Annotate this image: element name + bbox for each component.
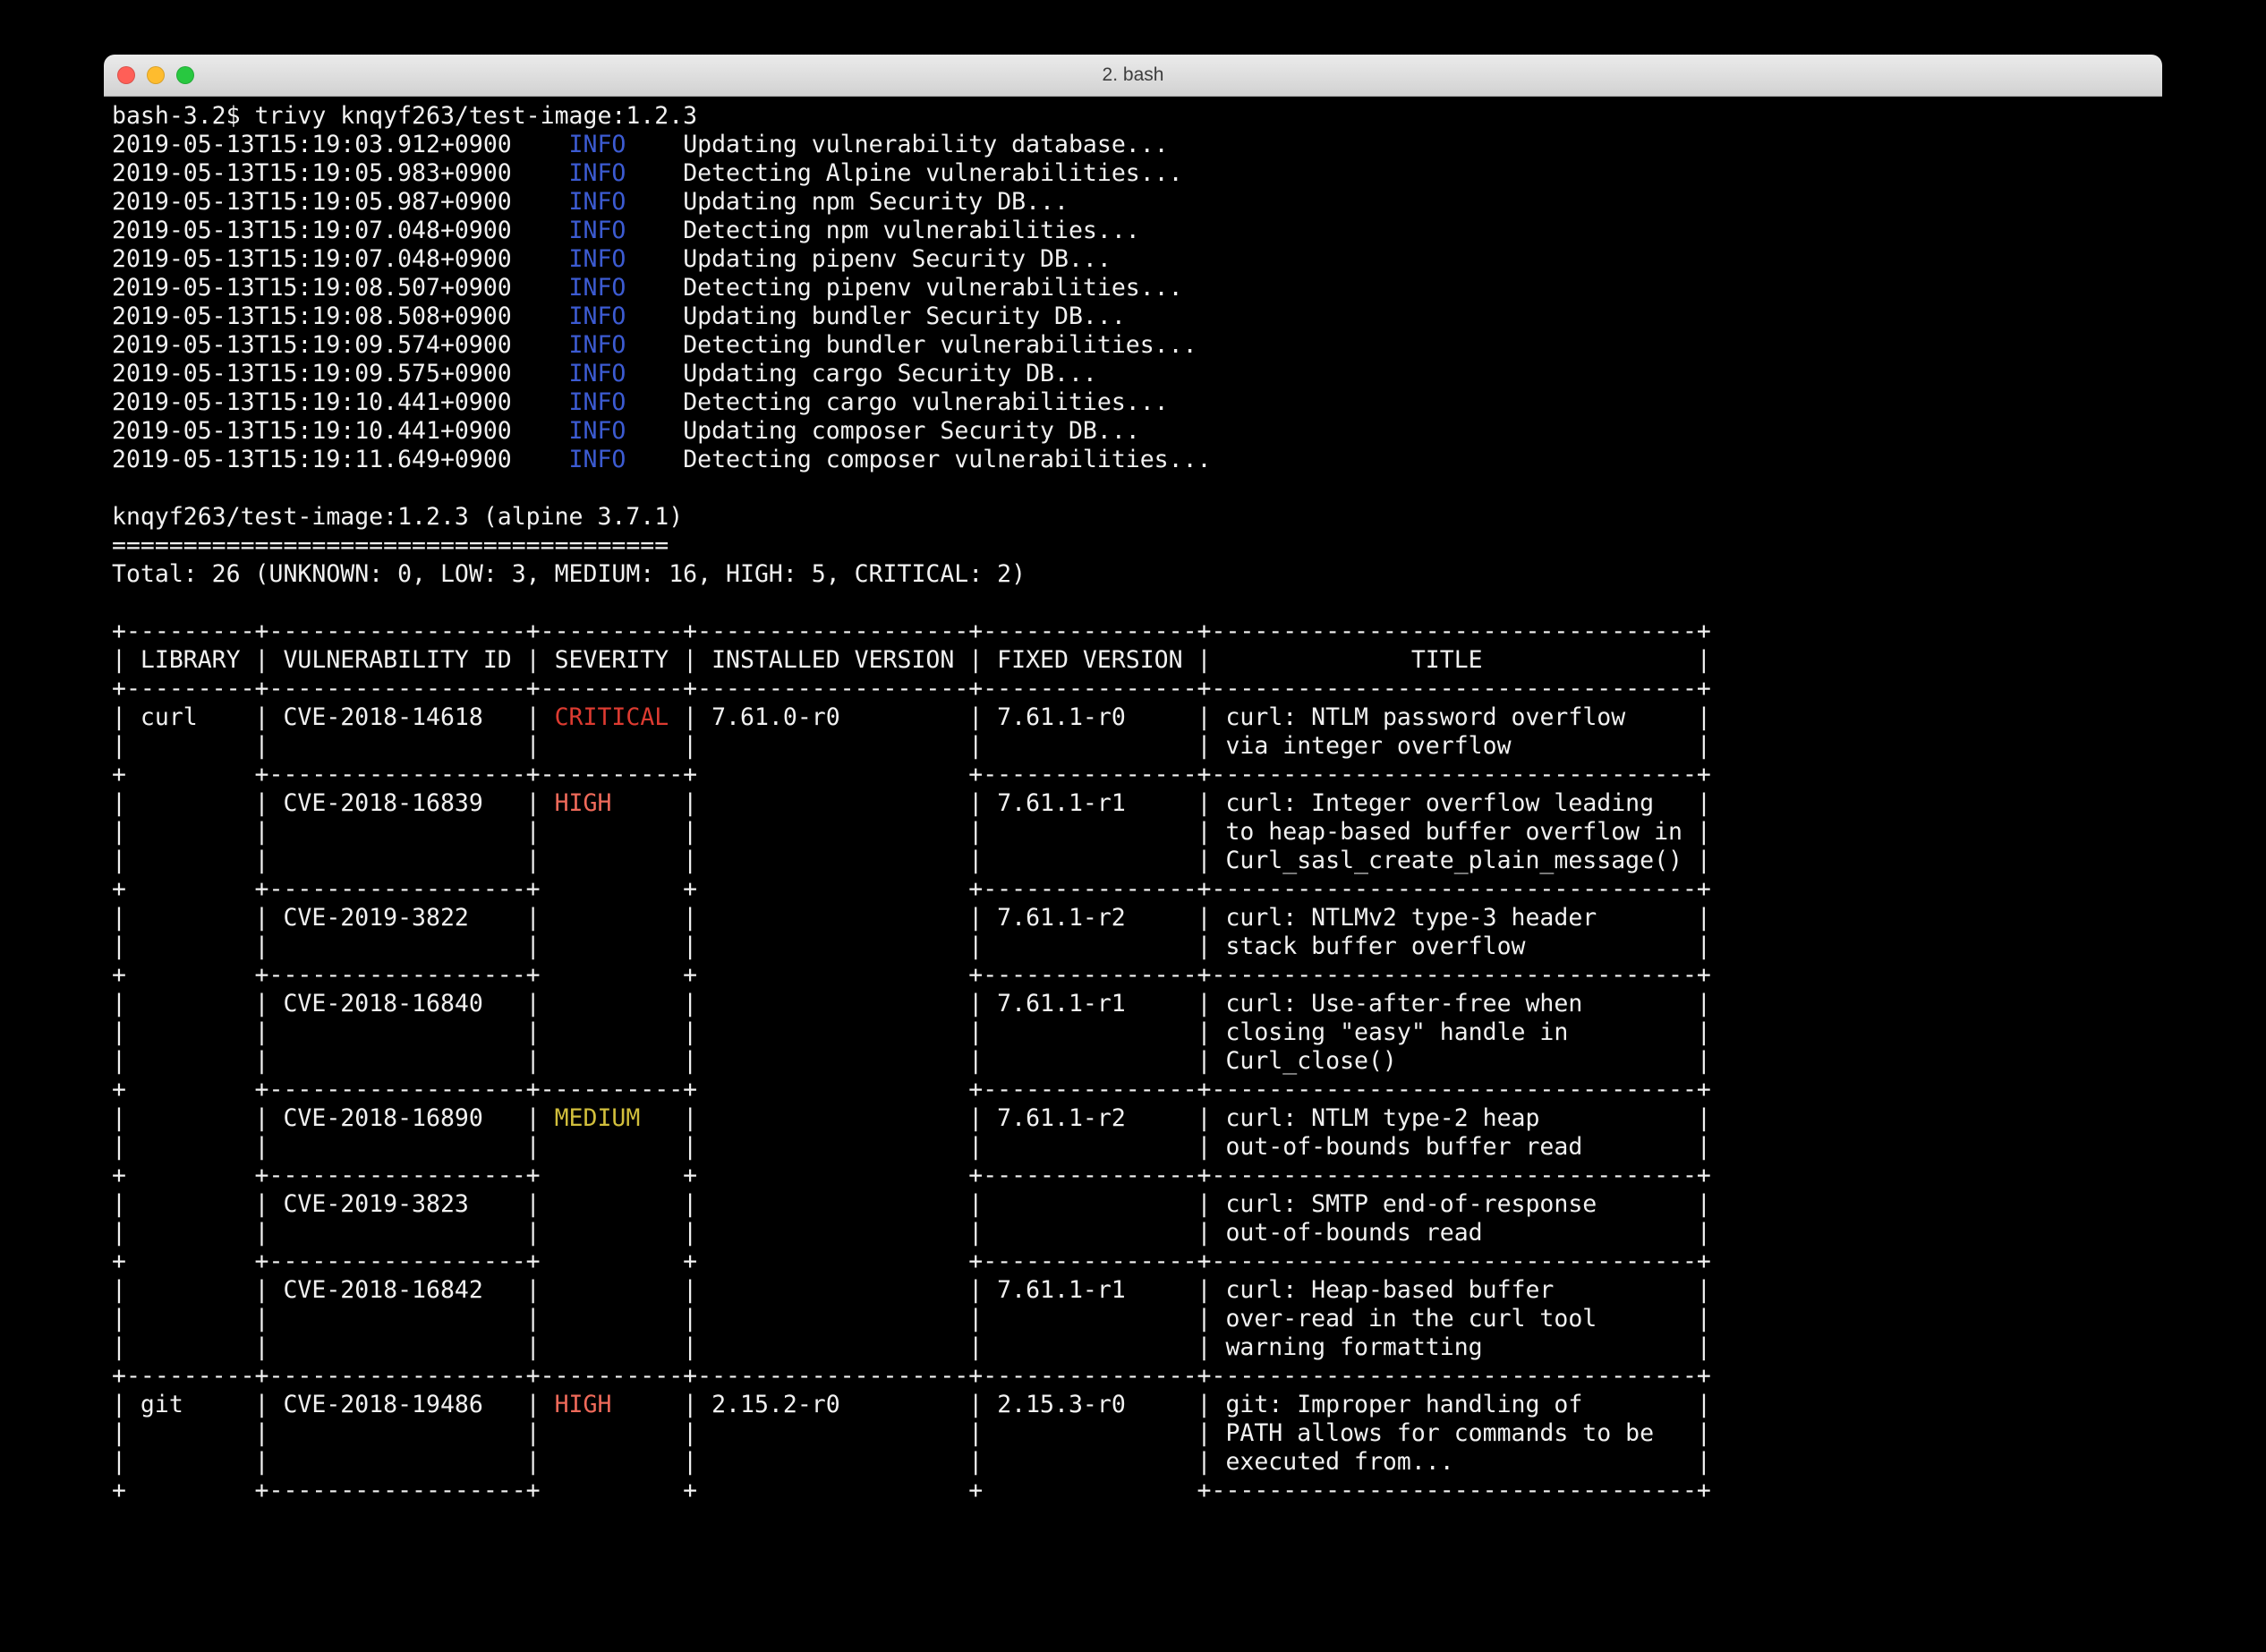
terminal-line: 2019-05-13T15:19:07.048+0900 INFO Detect… — [112, 217, 2154, 245]
terminal-line: Total: 26 (UNKNOWN: 0, LOW: 3, MEDIUM: 1… — [112, 560, 2154, 589]
close-button[interactable] — [117, 66, 135, 84]
terminal-line: 2019-05-13T15:19:09.575+0900 INFO Updati… — [112, 360, 2154, 388]
terminal-line: + +------------------+ + + +------------… — [112, 1477, 2154, 1505]
terminal-line: + +------------------+ + +--------------… — [112, 1162, 2154, 1190]
terminal-line: | | | | | | via integer overflow | — [112, 732, 2154, 761]
window-title: 2. bash — [1103, 64, 1164, 86]
terminal-line: | | | | | | to heap-based buffer overflo… — [112, 818, 2154, 847]
terminal-line: | | | | | | executed from... | — [112, 1448, 2154, 1477]
terminal-line: | | CVE-2019-3823 | | | | curl: SMTP end… — [112, 1190, 2154, 1219]
terminal-line: | | | | | | warning formatting | — [112, 1333, 2154, 1362]
terminal-line: 2019-05-13T15:19:11.649+0900 INFO Detect… — [112, 446, 2154, 474]
terminal-line: | | CVE-2018-16890 | MEDIUM | | 7.61.1-r… — [112, 1104, 2154, 1133]
terminal-line — [112, 474, 2154, 503]
terminal-line: | LIBRARY | VULNERABILITY ID | SEVERITY … — [112, 646, 2154, 675]
terminal-line: + +------------------+----------+ +-----… — [112, 761, 2154, 789]
terminal-line: 2019-05-13T15:19:05.987+0900 INFO Updati… — [112, 188, 2154, 217]
terminal-line: 2019-05-13T15:19:07.048+0900 INFO Updati… — [112, 245, 2154, 274]
terminal-line: | | | | | | PATH allows for commands to … — [112, 1419, 2154, 1448]
terminal-line: 2019-05-13T15:19:08.508+0900 INFO Updati… — [112, 302, 2154, 331]
terminal-line: knqyf263/test-image:1.2.3 (alpine 3.7.1) — [112, 503, 2154, 532]
terminal-line: | | CVE-2018-16840 | | | 7.61.1-r1 | cur… — [112, 990, 2154, 1018]
terminal-line: ======================================= — [112, 532, 2154, 560]
terminal-line: | | | | | | out-of-bounds buffer read | — [112, 1133, 2154, 1162]
terminal-line: | | | | | | over-read in the curl tool | — [112, 1305, 2154, 1333]
terminal-line: bash-3.2$ trivy knqyf263/test-image:1.2.… — [112, 102, 2154, 131]
terminal-line: +---------+------------------+----------… — [112, 675, 2154, 703]
terminal-line: | | CVE-2018-16839 | HIGH | | 7.61.1-r1 … — [112, 789, 2154, 818]
terminal-line: | | CVE-2018-16842 | | | 7.61.1-r1 | cur… — [112, 1276, 2154, 1305]
terminal-output: bash-3.2$ trivy knqyf263/test-image:1.2.… — [112, 102, 2154, 1505]
terminal-line: +---------+------------------+----------… — [112, 1362, 2154, 1391]
terminal-line: | git | CVE-2018-19486 | HIGH | 2.15.2-r… — [112, 1391, 2154, 1419]
terminal-line: 2019-05-13T15:19:10.441+0900 INFO Detect… — [112, 388, 2154, 417]
terminal-line: | | | | | | closing "easy" handle in | — [112, 1018, 2154, 1047]
terminal-line: | | CVE-2019-3822 | | | 7.61.1-r2 | curl… — [112, 904, 2154, 932]
terminal-line: + +------------------+ + +--------------… — [112, 1248, 2154, 1276]
terminal-line: + +------------------+----------+ +-----… — [112, 1076, 2154, 1104]
zoom-button[interactable] — [176, 66, 194, 84]
desktop-background: 2. bash bash-3.2$ trivy knqyf263/test-im… — [0, 0, 2266, 1652]
terminal-content[interactable]: bash-3.2$ trivy knqyf263/test-image:1.2.… — [104, 97, 2162, 1651]
window-controls — [117, 55, 194, 96]
terminal-line: 2019-05-13T15:19:09.574+0900 INFO Detect… — [112, 331, 2154, 360]
terminal-line: | | | | | | Curl_close() | — [112, 1047, 2154, 1076]
terminal-line: | | | | | | out-of-bounds read | — [112, 1219, 2154, 1248]
terminal-line: 2019-05-13T15:19:08.507+0900 INFO Detect… — [112, 274, 2154, 302]
terminal-line: 2019-05-13T15:19:05.983+0900 INFO Detect… — [112, 159, 2154, 188]
window-titlebar[interactable]: 2. bash — [104, 55, 2162, 97]
terminal-line: + +------------------+ + +--------------… — [112, 875, 2154, 904]
terminal-line — [112, 589, 2154, 617]
terminal-line: | | | | | | Curl_sasl_create_plain_messa… — [112, 847, 2154, 875]
terminal-line: 2019-05-13T15:19:03.912+0900 INFO Updati… — [112, 131, 2154, 159]
minimize-button[interactable] — [147, 66, 165, 84]
terminal-line: +---------+------------------+----------… — [112, 617, 2154, 646]
terminal-line: | | | | | | stack buffer overflow | — [112, 932, 2154, 961]
terminal-line: 2019-05-13T15:19:10.441+0900 INFO Updati… — [112, 417, 2154, 446]
terminal-window: 2. bash bash-3.2$ trivy knqyf263/test-im… — [104, 55, 2162, 1652]
terminal-line: | curl | CVE-2018-14618 | CRITICAL | 7.6… — [112, 703, 2154, 732]
terminal-line: + +------------------+ + +--------------… — [112, 961, 2154, 990]
